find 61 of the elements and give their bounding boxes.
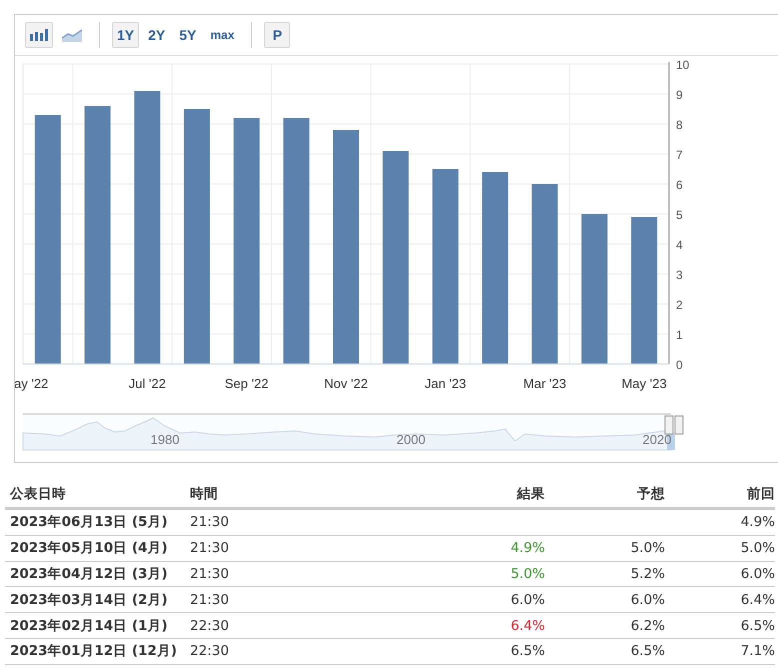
bar-chart-icon [30,29,48,41]
axis-label: Jul '22 [128,376,166,391]
column-header: 前回 [746,485,775,503]
table-cell-text: 2023年04月12日 (3月) [9,564,169,583]
axis-label: 2 [676,298,683,312]
table-cell-text: 2023年02月14日 (1月) [9,616,169,635]
timeline-label: 2000 [396,432,426,447]
axis-label: Nov '22 [324,376,368,391]
axis-label: 5 [676,208,683,222]
table-cell-text: 6.4% [510,618,545,634]
timeline-label: 2020 [642,432,672,447]
axis-label: 10 [676,58,690,72]
table-cell-text: 21:30 [189,514,230,530]
table-cell-text: 21:30 [189,566,230,582]
column-header: 時間 [189,485,219,503]
table-cell-text: 6.5% [740,618,775,634]
table-cell-text: 2023年03月14日 (2月) [9,590,169,609]
timeline-label: 1980 [150,432,180,447]
table-cell-text: 6.0% [630,592,665,608]
table-cell-text: 7.1% [740,643,775,660]
table-cell-text: 21:30 [189,540,230,556]
table-cell-text: 22:30 [189,618,230,634]
axis-label: Sep '22 [224,376,268,391]
axis-label: 4 [676,238,683,252]
table-cell-text: 6.0% [740,566,775,582]
table-cell-text: 5.2% [630,566,665,582]
axis-label: 9 [676,88,683,102]
area-chart-icon [62,28,82,42]
table-cell-text: 6.0% [510,592,545,608]
table-cell-text: 2023年01月12日 (12月) [9,642,178,660]
axis-label: 1 [676,328,683,342]
axis-label: 3 [676,268,683,282]
axis-label: 0 [676,358,683,372]
chart-type-button[interactable] [25,22,53,48]
range-button[interactable]: max [205,22,240,48]
axis-label: 7 [676,148,683,162]
table-cell-text: 5.0% [630,540,665,556]
table-cell-text: 2023年05月10日 (4月) [9,539,169,558]
range-button[interactable]: 1Y [112,22,140,48]
table-cell-text: 5.0% [510,566,545,582]
axis-label: 8 [676,118,683,132]
column-header: 結果 [516,485,545,503]
axis-label: Mar '23 [523,376,566,391]
axis-label: 6 [676,178,683,192]
p-button[interactable]: P [264,22,290,48]
column-header: 予想 [636,485,665,503]
table-cell-text: 4.9% [510,540,545,556]
table-cell-text: 5.0% [740,540,775,556]
range-button[interactable]: 5Y [174,22,202,48]
column-header: 公表日時 [8,485,67,503]
table-cell-text: 4.9% [740,514,775,530]
table-cell-text: 6.4% [740,592,775,608]
table-cell-text: 2023年06月13日 (5月) [9,513,169,532]
table-cell-text: 6.5% [630,643,665,660]
table-cell-text: 6.2% [630,618,665,634]
table-cell-text: 6.5% [510,643,545,660]
table-cell-text: 21:30 [189,592,230,608]
axis-label: Jan '23 [424,376,466,391]
range-button[interactable]: 2Y [143,22,170,48]
table-cell-text: 22:30 [189,643,230,660]
axis-label: May '23 [622,376,667,391]
